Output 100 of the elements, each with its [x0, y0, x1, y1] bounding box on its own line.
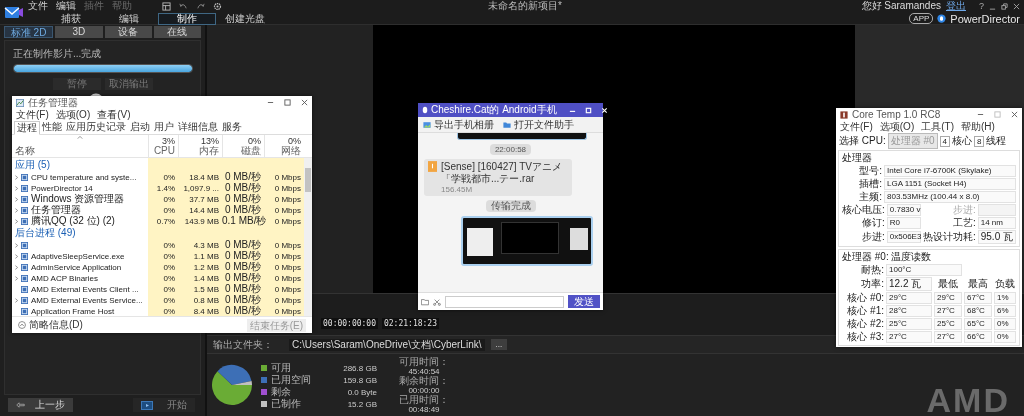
column-header[interactable]: 网络: [281, 146, 301, 156]
browse-button[interactable]: ...: [490, 339, 508, 350]
mode-tab[interactable]: 制作: [158, 12, 216, 25]
tab[interactable]: 用户: [152, 121, 176, 134]
undo-icon[interactable]: [179, 1, 188, 11]
menu-item[interactable]: 选项(O): [879, 120, 915, 134]
scrollbar[interactable]: [304, 158, 312, 316]
send-button[interactable]: 发送: [568, 295, 600, 308]
field-label: 核心: [952, 134, 973, 148]
toolbar-link[interactable]: 打开文件助手: [514, 117, 574, 132]
expand-chevron-icon[interactable]: [15, 242, 18, 248]
mode-tab[interactable]: 捕获: [42, 12, 100, 25]
minimize-icon[interactable]: [267, 99, 274, 106]
output-tab[interactable]: 设备: [104, 26, 152, 38]
output-tab[interactable]: 3D: [55, 26, 103, 38]
screenshot-thumbnail[interactable]: [461, 216, 593, 266]
tab[interactable]: 启动: [128, 121, 152, 134]
close-icon[interactable]: [1013, 2, 1020, 10]
expand-chevron-icon[interactable]: [15, 207, 18, 213]
app-icon: [21, 173, 28, 181]
temperature-cell: 29°C: [886, 292, 932, 304]
output-tab[interactable]: 在线: [153, 26, 201, 38]
expand-chevron-icon[interactable]: [15, 196, 18, 202]
menu-item[interactable]: 工具(T): [921, 120, 954, 134]
time-value: 00:48:49: [408, 404, 440, 414]
help-button[interactable]: ?: [979, 1, 984, 11]
tab[interactable]: 服务: [220, 121, 244, 134]
maximize-icon[interactable]: [284, 99, 291, 106]
image-message[interactable]: [457, 133, 587, 140]
memory-cell-text: 1.1 MB: [192, 250, 220, 262]
expand-chevron-icon[interactable]: [15, 264, 18, 270]
message-input[interactable]: [445, 295, 564, 308]
expand-chevron-icon[interactable]: [15, 297, 18, 303]
tab[interactable]: 进程: [14, 121, 40, 135]
tab[interactable]: 应用历史记录: [64, 121, 128, 134]
toolbar-link[interactable]: 导出手机相册: [434, 117, 494, 132]
file-message[interactable]: [Sense] [160427] TVアニメ「学戦都市...テー.rar 156.45M: [424, 159, 572, 196]
value-field: R0: [886, 217, 921, 229]
disk-cell-text: 0 MB/秒: [223, 182, 262, 193]
process-name: Application Frame Host: [31, 305, 115, 317]
max-cell: 67°C: [964, 292, 992, 304]
menu-item[interactable]: 选项(O): [55, 108, 91, 122]
field-label: 步进:: [861, 231, 885, 243]
sort-caret-icon[interactable]: [77, 136, 83, 139]
layout-icon[interactable]: [162, 1, 171, 11]
menu-item[interactable]: 文件(F): [840, 120, 873, 134]
time-label: 剩余时间：: [399, 375, 449, 386]
tab[interactable]: 详细信息: [176, 121, 220, 134]
menu-item[interactable]: 查看(V): [97, 108, 131, 122]
memory-cell-text: 1.2 MB: [192, 261, 220, 273]
mode-tab[interactable]: 编辑: [100, 12, 158, 25]
redo-icon[interactable]: [196, 1, 205, 11]
column-header[interactable]: 磁盘: [241, 146, 261, 156]
brand-logo-icon: [937, 14, 947, 23]
legend-label: 剩余: [271, 385, 292, 399]
output-folder-field[interactable]: C:\Users\Saram\OneDrive\文档\CyberLink\: [289, 338, 485, 351]
cpu-cell-text: 0%: [162, 272, 176, 284]
expand-chevron-icon[interactable]: [15, 174, 18, 180]
back-arrow-icon: [16, 402, 25, 408]
menu-item[interactable]: 帮助(H): [961, 120, 995, 134]
column-header[interactable]: CPU: [153, 146, 175, 156]
menu-item[interactable]: 文件(F): [16, 108, 49, 122]
value-field: 95.0 瓦: [977, 230, 1016, 244]
column-header: 最低: [937, 278, 959, 290]
scissors-icon[interactable]: [433, 297, 441, 306]
file-size: 156.45M: [441, 185, 474, 194]
value-field: 803.53MHz (100.44 x 8.0): [884, 191, 1016, 203]
tab[interactable]: 性能: [40, 121, 64, 134]
menu-item[interactable]: 编辑: [56, 0, 76, 13]
folder-icon[interactable]: [421, 297, 429, 306]
process-name: AdaptiveSleepService.exe: [31, 250, 125, 262]
mode-tab[interactable]: 创建光盘: [216, 12, 274, 25]
process-name: AMD External Events Service...: [31, 294, 143, 306]
app-icon: [21, 285, 28, 293]
back-button[interactable]: 上一步: [8, 398, 73, 412]
expand-chevron-icon[interactable]: [15, 218, 18, 224]
network-cell-text: 0 Mbps: [273, 261, 302, 273]
network-cell-text: 0 Mbps: [273, 239, 302, 251]
timecode: 02:21:18:23: [382, 318, 439, 329]
expand-chevron-icon[interactable]: [15, 275, 18, 281]
restore-icon[interactable]: [1001, 2, 1008, 10]
column-header[interactable]: 名称: [15, 146, 145, 156]
folder-icon[interactable]: [503, 120, 511, 129]
process-name: AMD ACP Binaries: [31, 272, 98, 284]
expand-chevron-icon[interactable]: [15, 253, 18, 259]
collapse-icon[interactable]: [18, 321, 26, 329]
column-header[interactable]: 内存: [199, 146, 219, 156]
expand-chevron-icon[interactable]: [15, 185, 18, 191]
core-label: 核心 #2:: [846, 318, 884, 330]
menu-item[interactable]: 文件: [28, 0, 48, 13]
settings-icon[interactable]: [213, 1, 222, 11]
photo-icon[interactable]: [423, 120, 431, 129]
minimize-icon[interactable]: [977, 111, 984, 118]
fewer-details-link[interactable]: 简略信息(D): [29, 318, 83, 332]
output-tab[interactable]: 标准 2D: [4, 26, 54, 38]
account-link[interactable]: 登出: [946, 0, 966, 13]
temperature-cell: 25°C: [886, 318, 932, 330]
memory-cell-text: 143.9 MB: [183, 215, 220, 227]
app-badge[interactable]: APP: [909, 13, 934, 24]
group-title: 处理器 #0: 温度读数: [842, 251, 933, 263]
